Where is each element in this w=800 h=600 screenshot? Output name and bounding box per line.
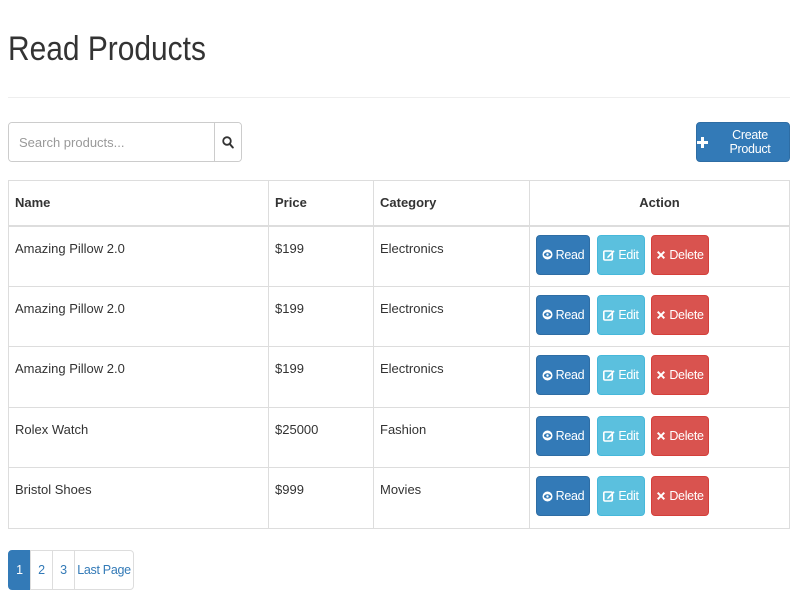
pagination: 1 2 3 Last Page (8, 550, 134, 590)
cell-actions: Read Edit Delete (529, 467, 790, 529)
page-title: Read Products (8, 30, 206, 68)
edit-icon (603, 490, 615, 502)
cell-name: Bristol Shoes (8, 467, 269, 529)
page-link-1[interactable]: 1 (8, 550, 31, 590)
cell-actions: Read Edit Delete (529, 406, 790, 468)
delete-button[interactable]: Delete (651, 294, 709, 335)
eye-icon (542, 491, 553, 502)
delete-button[interactable]: Delete (651, 415, 709, 456)
delete-label: Delete (669, 247, 704, 262)
delete-button[interactable]: Delete (651, 476, 709, 516)
cell-category: Movies (373, 467, 530, 529)
search-icon (222, 135, 234, 149)
title-divider (8, 97, 790, 98)
edit-button[interactable]: Edit (597, 415, 645, 456)
read-button[interactable]: Read (536, 355, 590, 395)
table-row: Amazing Pillow 2.0 $199 Electronics Read Edi… (8, 225, 790, 287)
header-action: Action (529, 180, 790, 227)
cell-actions: Read Edit Delete (529, 346, 790, 408)
read-label: Read (555, 247, 585, 262)
create-product-label: Create Product (729, 128, 771, 156)
eye-icon (542, 309, 553, 320)
delete-button[interactable]: Delete (651, 355, 709, 395)
edit-button[interactable]: Edit (597, 476, 645, 516)
cell-name: Amazing Pillow 2.0 (8, 225, 269, 287)
edit-label: Edit (618, 247, 639, 262)
edit-label: Edit (618, 428, 639, 443)
cell-actions: Read Edit Delete (529, 285, 790, 347)
eye-icon (542, 370, 553, 381)
page-link-2[interactable]: 2 (30, 550, 53, 590)
close-icon (656, 491, 666, 501)
delete-label: Delete (669, 368, 704, 382)
close-icon (656, 310, 666, 320)
delete-label: Delete (669, 307, 704, 322)
read-button[interactable]: Read (536, 476, 590, 516)
create-product-button[interactable]: Create Product (696, 122, 790, 162)
read-label: Read (555, 368, 585, 382)
search-group (8, 122, 242, 162)
edit-label: Edit (618, 307, 639, 322)
edit-button[interactable]: Edit (597, 294, 645, 335)
edit-icon (603, 430, 615, 442)
read-button[interactable]: Read (536, 234, 590, 275)
read-label: Read (555, 428, 585, 443)
edit-button[interactable]: Edit (597, 355, 645, 395)
cell-name: Amazing Pillow 2.0 (8, 346, 269, 408)
cell-name: Amazing Pillow 2.0 (8, 285, 269, 347)
read-label: Read (555, 307, 585, 322)
page-link-3[interactable]: 3 (52, 550, 75, 590)
table-row: Amazing Pillow 2.0 $199 Electronics Read Edi… (8, 285, 790, 347)
edit-button[interactable]: Edit (597, 234, 645, 275)
delete-button[interactable]: Delete (651, 234, 709, 275)
cell-actions: Read Edit Delete (529, 225, 790, 287)
header-price: Price (268, 180, 374, 227)
read-label: Read (555, 489, 585, 503)
cell-price: $199 (268, 225, 374, 287)
close-icon (656, 431, 666, 441)
edit-icon (603, 249, 615, 261)
search-input[interactable] (9, 123, 214, 161)
eye-icon (542, 249, 553, 260)
close-icon (656, 250, 666, 260)
cell-name: Rolex Watch (8, 406, 269, 468)
edit-label: Edit (618, 489, 639, 503)
cell-category: Fashion (373, 406, 530, 468)
cell-price: $199 (268, 285, 374, 347)
read-button[interactable]: Read (536, 294, 590, 335)
page-link-last[interactable]: Last Page (74, 550, 134, 590)
cell-category: Electronics (373, 225, 530, 287)
table-row: Rolex Watch $25000 Fashion Read Edit Delete (8, 406, 790, 468)
close-icon (656, 370, 666, 380)
products-table: Name Price Category Action Amazing Pillo… (8, 180, 790, 529)
cell-price: $999 (268, 467, 374, 529)
delete-label: Delete (669, 428, 704, 443)
table-row: Bristol Shoes $999 Movies Read Edit Delete (8, 467, 790, 529)
plus-icon (697, 136, 708, 148)
table-row: Amazing Pillow 2.0 $199 Electronics Read Edi… (8, 346, 790, 408)
read-button[interactable]: Read (536, 415, 590, 456)
delete-label: Delete (669, 489, 704, 503)
table-header-row: Name Price Category Action (8, 180, 790, 227)
edit-label: Edit (618, 368, 639, 382)
cell-category: Electronics (373, 346, 530, 408)
header-name: Name (8, 180, 269, 227)
search-button[interactable] (214, 123, 241, 161)
cell-price: $25000 (268, 406, 374, 468)
cell-price: $199 (268, 346, 374, 408)
edit-icon (603, 369, 615, 381)
header-category: Category (373, 180, 530, 227)
cell-category: Electronics (373, 285, 530, 347)
eye-icon (542, 430, 553, 441)
edit-icon (603, 309, 615, 321)
